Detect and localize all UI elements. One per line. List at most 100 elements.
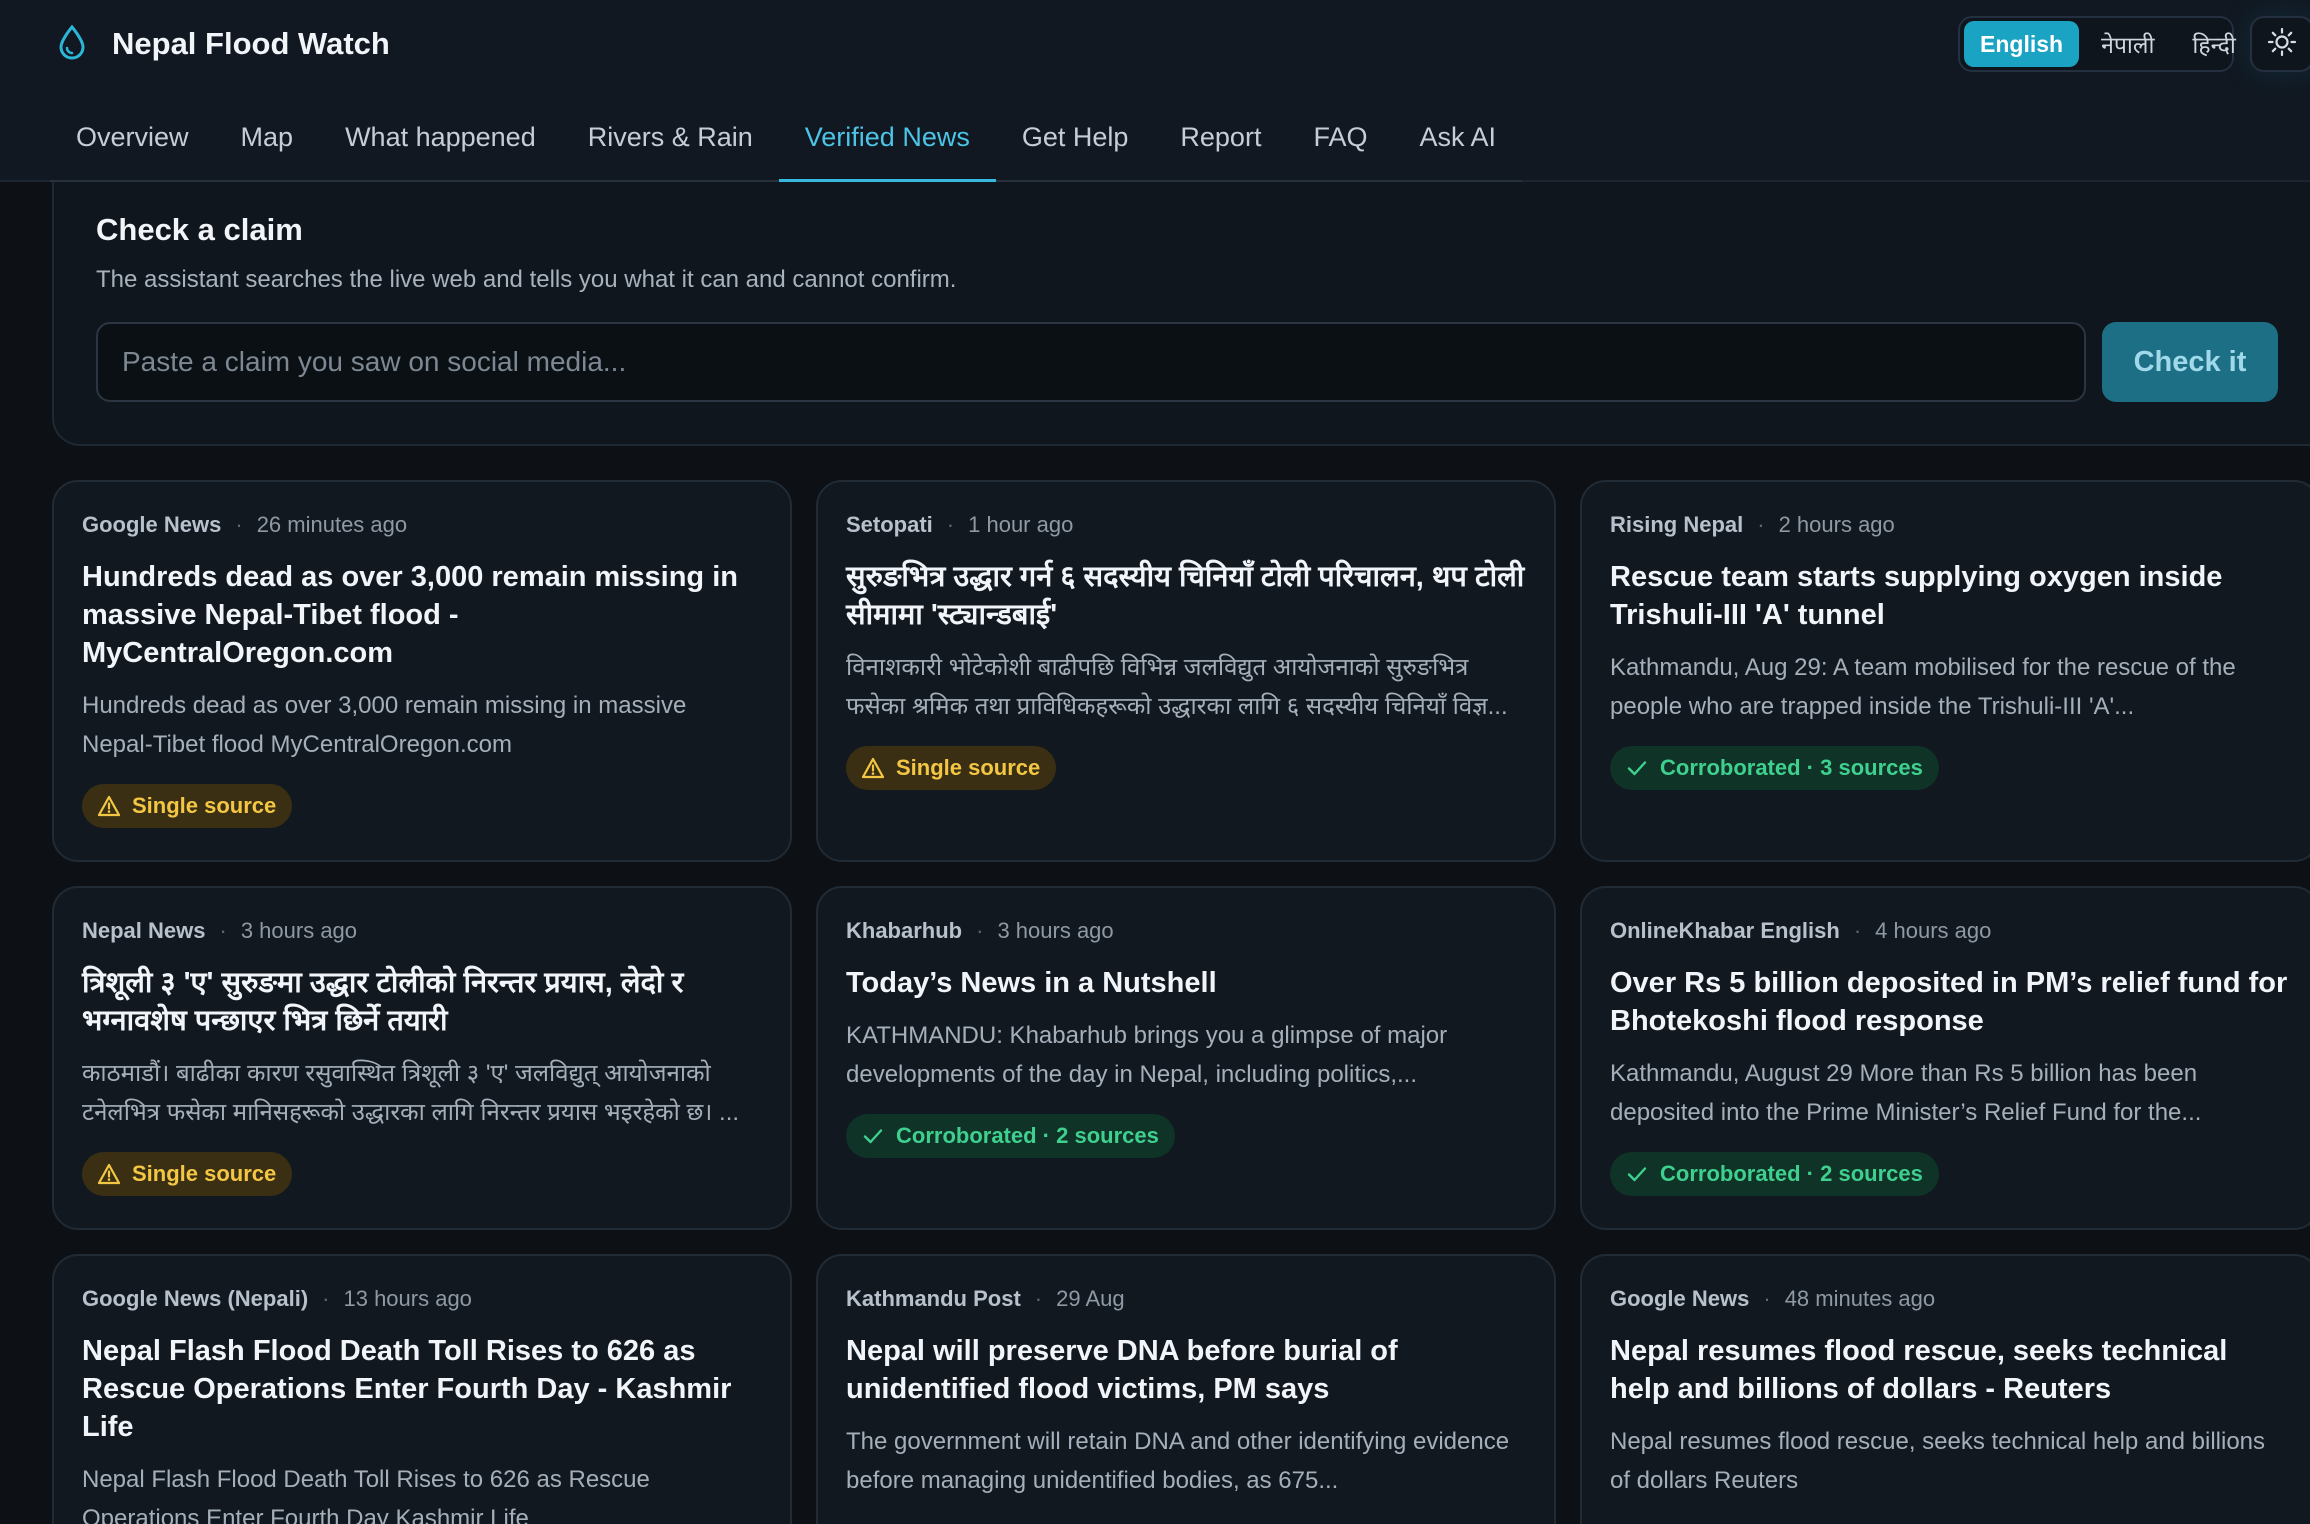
news-card[interactable]: Nepal News · 3 hours ago त्रिशूली ३ 'ए' सुर… [52,886,792,1230]
badge-label: Corroborated · 2 sources [1660,1161,1923,1186]
tab-map[interactable]: Map [214,110,320,182]
news-time: 26 minutes ago [256,512,408,537]
news-source: OnlineKhabar English [1610,918,1840,943]
news-card[interactable]: Kathmandu Post · 29 Aug Nepal will preserve… [816,1254,1556,1524]
news-source: Google News [1610,1286,1750,1311]
news-card[interactable]: Google News · 26 minutes ago Hundreds dead … [52,480,792,862]
news-description: The government will retain DNA and other… [846,1428,1510,1494]
news-card[interactable]: OnlineKhabar English · 4 hours ago Over Rs … [1580,886,2310,1230]
meta-separator: · [219,918,227,943]
news-title[interactable]: सुरुङभित्र उद्धार गर्न ६ सदस्यीय चिनियाँ… [846,558,1526,634]
theme-toggle-button[interactable] [2250,16,2310,72]
badge-label: Single source [132,793,277,818]
news-description: काठमाडौं। बाढीका कारण रसुवास्थित त्रिशूल… [82,1060,740,1126]
check-icon [862,1125,884,1147]
claim-check-panel: Check a claim The assistant searches the… [52,182,2310,446]
lang-english[interactable]: English [1964,21,2080,67]
news-meta: Khabarhub · 3 hours ago [846,916,1526,946]
main-nav: Overview Map What happened Rivers & Rain… [50,110,1522,182]
meta-separator: · [1763,1286,1771,1311]
language-switcher: English नेपाली हिन्दी [1958,16,2236,72]
news-card[interactable]: Google News · 48 minutes ago Nepal resumes … [1580,1254,2310,1524]
sun-icon [2267,27,2297,62]
news-time: 3 hours ago [997,918,1114,943]
news-description: विनाशकारी भोटेकोशी बाढीपछि विभिन्न जलविद… [846,654,1508,720]
news-meta: Google News (Nepali) · 13 hours ago [82,1284,762,1314]
tab-report[interactable]: Report [1154,110,1288,182]
app-header: Nepal Flood Watch English नेपाली हिन्दी … [0,0,2310,182]
single-source-badge: Single source [846,746,1057,790]
lang-nepali[interactable]: नेपाली [2085,21,2170,67]
news-source: Google News [82,512,222,537]
news-source: Nepal News [82,918,206,943]
tab-ask-ai[interactable]: Ask AI [1393,110,1522,182]
single-source-badge: Single source [82,1152,293,1196]
news-title[interactable]: Over Rs 5 billion deposited in PM’s reli… [1610,964,2290,1040]
news-source: Rising Nepal [1610,512,1744,537]
check-it-button[interactable]: Check it [2102,322,2278,402]
badge-label: Corroborated · 3 sources [1660,755,1923,780]
warning-icon [98,1163,120,1185]
news-card[interactable]: Setopati · 1 hour ago सुरुङभित्र उद्धार गर्… [816,480,1556,862]
news-description: Kathmandu, Aug 29: A team mobilised for … [1610,654,2236,720]
news-description: KATHMANDU: Khabarhub brings you a glimps… [846,1022,1448,1088]
news-source: Google News (Nepali) [82,1286,309,1311]
news-description: Nepal resumes flood rescue, seeks techni… [1610,1428,2266,1494]
news-meta: OnlineKhabar English · 4 hours ago [1610,916,2290,946]
corroborated-badge: Corroborated · 3 sources [1610,746,1939,790]
tab-what-happened[interactable]: What happened [319,110,562,182]
news-source: Khabarhub [846,918,963,943]
news-source: Kathmandu Post [846,1286,1021,1311]
news-title[interactable]: Today’s News in a Nutshell [846,964,1526,1002]
tab-rivers-rain[interactable]: Rivers & Rain [561,110,779,182]
news-time: 29 Aug [1056,1286,1125,1311]
tab-get-help[interactable]: Get Help [995,110,1155,182]
news-card[interactable]: Khabarhub · 3 hours ago Today’s News in a N… [816,886,1556,1230]
corroborated-badge: Corroborated · 2 sources [1610,1152,1939,1196]
app-title: Nepal Flood Watch [112,26,390,61]
news-description: Nepal Flash Flood Death Toll Rises to 62… [82,1466,650,1524]
news-time: 3 hours ago [240,918,358,943]
badge-label: Single source [132,1161,277,1186]
corroborated-badge: Corroborated · 2 sources [846,1114,1175,1158]
claim-input[interactable] [96,322,2086,402]
news-time: 48 minutes ago [1784,1286,1936,1311]
brand[interactable]: Nepal Flood Watch [56,22,390,66]
tab-overview[interactable]: Overview [50,110,215,182]
news-time: 13 hours ago [343,1286,472,1311]
check-icon [1626,1163,1648,1185]
news-time: 2 hours ago [1778,512,1895,537]
meta-separator: · [1853,918,1862,943]
news-title[interactable]: Nepal resumes flood rescue, seeks techni… [1610,1332,2290,1408]
news-time: 4 hours ago [1875,918,1992,943]
warning-icon [98,795,120,817]
news-title[interactable]: Nepal Flash Flood Death Toll Rises to 62… [82,1332,762,1446]
news-title[interactable]: Nepal will preserve DNA before burial of… [846,1332,1526,1408]
news-source: Setopati [846,512,933,537]
news-meta: Rising Nepal · 2 hours ago [1610,510,2290,540]
news-meta: Google News · 48 minutes ago [1610,1284,2290,1314]
tab-verified-news[interactable]: Verified News [778,110,996,182]
meta-separator: · [1757,512,1765,537]
news-title[interactable]: त्रिशूली ३ 'ए' सुरुङमा उद्धार टोलीको निर… [82,964,762,1040]
news-title[interactable]: Rescue team starts supplying oxygen insi… [1610,558,2290,634]
meta-separator: · [1034,1286,1043,1311]
news-title[interactable]: Hundreds dead as over 3,000 remain missi… [82,558,762,672]
meta-separator: · [235,512,243,537]
news-meta: Nepal News · 3 hours ago [82,916,762,946]
check-icon [1626,757,1648,779]
tab-faq[interactable]: FAQ [1287,110,1394,182]
claim-subtitle: The assistant searches the live web and … [96,266,957,293]
meta-separator: · [322,1286,330,1311]
news-time: 1 hour ago [968,512,1074,537]
single-source-badge: Single source [82,784,293,828]
water-drop-icon [56,24,88,65]
news-description: Hundreds dead as over 3,000 remain missi… [82,692,687,758]
badge-label: Corroborated · 2 sources [896,1123,1159,1148]
news-description: Kathmandu, August 29 More than Rs 5 bill… [1610,1060,2202,1126]
lang-hindi[interactable]: हिन्दी [2176,21,2251,67]
news-card[interactable]: Google News (Nepali) · 13 hours ago Nepal F… [52,1254,792,1524]
claim-title: Check a claim [96,212,303,247]
news-card[interactable]: Rising Nepal · 2 hours ago Rescue team star… [1580,480,2310,862]
meta-separator: · [976,918,984,943]
